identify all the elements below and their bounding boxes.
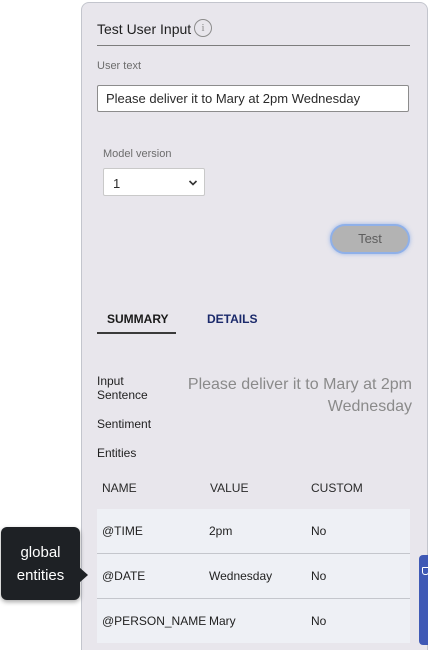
callout-text: global entities (1, 541, 80, 587)
user-text-label: User text (97, 60, 142, 72)
entity-name: @DATE (102, 569, 146, 583)
input-sentence-label-line1: Input (97, 374, 124, 388)
entity-custom: No (311, 614, 327, 628)
column-header-name: NAME (102, 481, 137, 495)
entity-name: @PERSON_NAME (102, 614, 207, 628)
side-widget-tab[interactable] (419, 555, 428, 645)
table-row[interactable]: @PERSON_NAME Mary No (97, 599, 410, 643)
shield-icon (422, 567, 428, 575)
entities-label: Entities (97, 446, 137, 460)
model-version-select[interactable]: 1 (103, 168, 205, 196)
input-sentence-label-line2: Sentence (97, 388, 148, 402)
callout-pointer (79, 567, 88, 583)
test-user-input-panel: Test User Input i User text Model versio… (81, 2, 428, 650)
input-sentence-value: Please deliver it to Mary at 2pm Wednesd… (187, 376, 412, 415)
callout-line2: entities (16, 567, 65, 584)
model-version-label: Model version (103, 148, 172, 160)
entity-custom: No (311, 569, 327, 583)
page: Test User Input i User text Model versio… (0, 0, 428, 650)
entity-name: @TIME (102, 524, 143, 538)
entity-value: Mary (209, 614, 236, 628)
entity-value: Wednesday (209, 569, 273, 583)
sentiment-label: Sentiment (97, 417, 152, 431)
callout-line1: global (20, 544, 61, 561)
title-divider (97, 45, 410, 46)
user-text-input[interactable] (97, 85, 409, 112)
chevron-down-icon (188, 180, 198, 186)
entities-table: @TIME 2pm No @DATE Wednesday No @PERSON_… (97, 509, 410, 644)
panel-title: Test User Input (97, 21, 192, 37)
active-tab-indicator (97, 332, 176, 334)
global-entities-callout: global entities (1, 527, 80, 600)
test-button[interactable]: Test (330, 224, 410, 254)
entity-custom: No (311, 524, 327, 538)
entity-value: 2pm (209, 524, 233, 538)
column-header-custom: CUSTOM (311, 481, 363, 495)
info-icon[interactable]: i (194, 19, 212, 37)
table-row[interactable]: @TIME 2pm No (97, 509, 410, 554)
table-row[interactable]: @DATE Wednesday No (97, 554, 410, 599)
column-header-value: VALUE (210, 481, 249, 495)
tab-summary[interactable]: SUMMARY (107, 312, 169, 326)
tab-details[interactable]: DETAILS (207, 312, 257, 326)
model-version-value: 1 (113, 176, 121, 191)
input-sentence-label: Input Sentence (97, 374, 148, 402)
